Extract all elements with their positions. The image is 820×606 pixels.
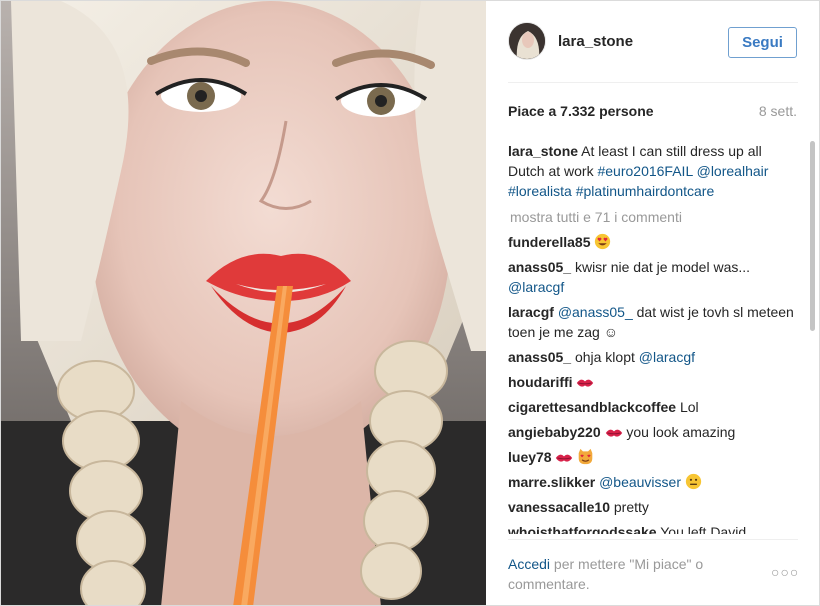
hashtag-link[interactable]: #platinumhairdontcare	[576, 183, 715, 199]
scrollbar-thumb[interactable]	[810, 141, 815, 331]
heart-eyes-emoji-icon	[595, 233, 611, 250]
heart-eyes-cat-emoji-icon	[579, 448, 593, 465]
avatar[interactable]	[508, 22, 546, 60]
kiss-mark-emoji-icon	[577, 379, 594, 387]
comments-scrollbar[interactable]	[809, 139, 816, 539]
comment-username[interactable]: cigarettesandblackcoffee	[508, 399, 676, 415]
post-photo[interactable]	[1, 1, 486, 605]
comment-username[interactable]: vanessacalle10	[508, 499, 610, 515]
hashtag-link[interactable]: #euro2016FAIL	[597, 163, 692, 179]
comment-username[interactable]: whoisthatforgodssake	[508, 524, 657, 534]
comment-username[interactable]: angiebaby220	[508, 424, 601, 440]
comment-item: anass05_ ohja klopt @laracgf	[508, 347, 798, 367]
caption-username[interactable]: lara_stone	[508, 143, 578, 159]
post-modal: lara_stone Segui Piace a 7.332 persone 8…	[0, 0, 820, 606]
comment-item: laracgf @anass05_ dat wist je tovh sl me…	[508, 302, 798, 342]
comment-text: pretty	[613, 499, 649, 515]
comment-item: luey78	[508, 447, 798, 467]
comment-text: You left David	[660, 524, 747, 534]
comment-username[interactable]: houdariffi	[508, 374, 573, 390]
comment-item: marre.slikker @beauvisser	[508, 472, 798, 492]
more-options-icon[interactable]: ○○○	[771, 564, 799, 580]
post-caption: lara_stone At least I can still dress up…	[508, 141, 798, 201]
comment-username[interactable]: anass05_	[508, 259, 571, 275]
avatar-image	[509, 23, 545, 59]
selfie-image	[1, 1, 486, 605]
comments-list[interactable]: lara_stone At least I can still dress up…	[508, 141, 798, 534]
comment-username[interactable]: marre.slikker	[508, 474, 595, 490]
comment-item: houdariffi	[508, 372, 798, 392]
login-link[interactable]: Accedi	[508, 556, 550, 572]
comment-item: angiebaby220 you look amazing	[508, 422, 798, 442]
post-age[interactable]: 8 sett.	[759, 103, 797, 119]
footer-divider	[508, 539, 798, 540]
comment-item: whoisthatforgodssake You left David	[508, 522, 798, 534]
comment-item: cigarettesandblackcoffee Lol	[508, 397, 798, 417]
post-header: lara_stone Segui	[508, 21, 798, 65]
comment-text: you look amazing	[626, 424, 736, 440]
comment-item: funderella85	[508, 232, 798, 252]
comment-text: Lol	[679, 399, 699, 415]
comment-item: anass05_ kwisr nie dat je model was... @…	[508, 257, 798, 297]
show-all-comments-link[interactable]: mostra tutti e 71 i commenti	[510, 207, 798, 227]
post-author-username[interactable]: lara_stone	[558, 33, 633, 50]
comment-username[interactable]: laracgf	[508, 304, 554, 320]
mention-link[interactable]: @lorealhair	[697, 163, 769, 179]
hashtag-link[interactable]: #lorealista	[508, 183, 572, 199]
comment-username[interactable]: luey78	[508, 449, 552, 465]
login-prompt: Accedi per mettere "Mi piace" o commenta…	[508, 554, 738, 594]
mention-link[interactable]: @laracgf	[508, 279, 564, 295]
mention-link[interactable]: @laracgf	[639, 349, 695, 365]
comment-text: ohja klopt	[574, 349, 635, 365]
comment-text: kwisr nie dat je model was...	[574, 259, 751, 275]
comment-username[interactable]: funderella85	[508, 234, 590, 250]
mention-link[interactable]: @anass05_	[558, 304, 633, 320]
neutral-face-emoji-icon	[685, 473, 702, 490]
post-details-panel: lara_stone Segui Piace a 7.332 persone 8…	[486, 1, 819, 605]
kiss-mark-emoji-icon	[605, 429, 622, 437]
likes-count[interactable]: Piace a 7.332 persone	[508, 103, 654, 119]
comment-username[interactable]: anass05_	[508, 349, 571, 365]
comment-item: vanessacalle10 pretty	[508, 497, 798, 517]
kiss-mark-emoji-icon	[556, 454, 573, 462]
header-divider	[508, 82, 798, 83]
follow-button[interactable]: Segui	[728, 27, 797, 58]
mention-link[interactable]: @beauvisser	[599, 474, 681, 490]
